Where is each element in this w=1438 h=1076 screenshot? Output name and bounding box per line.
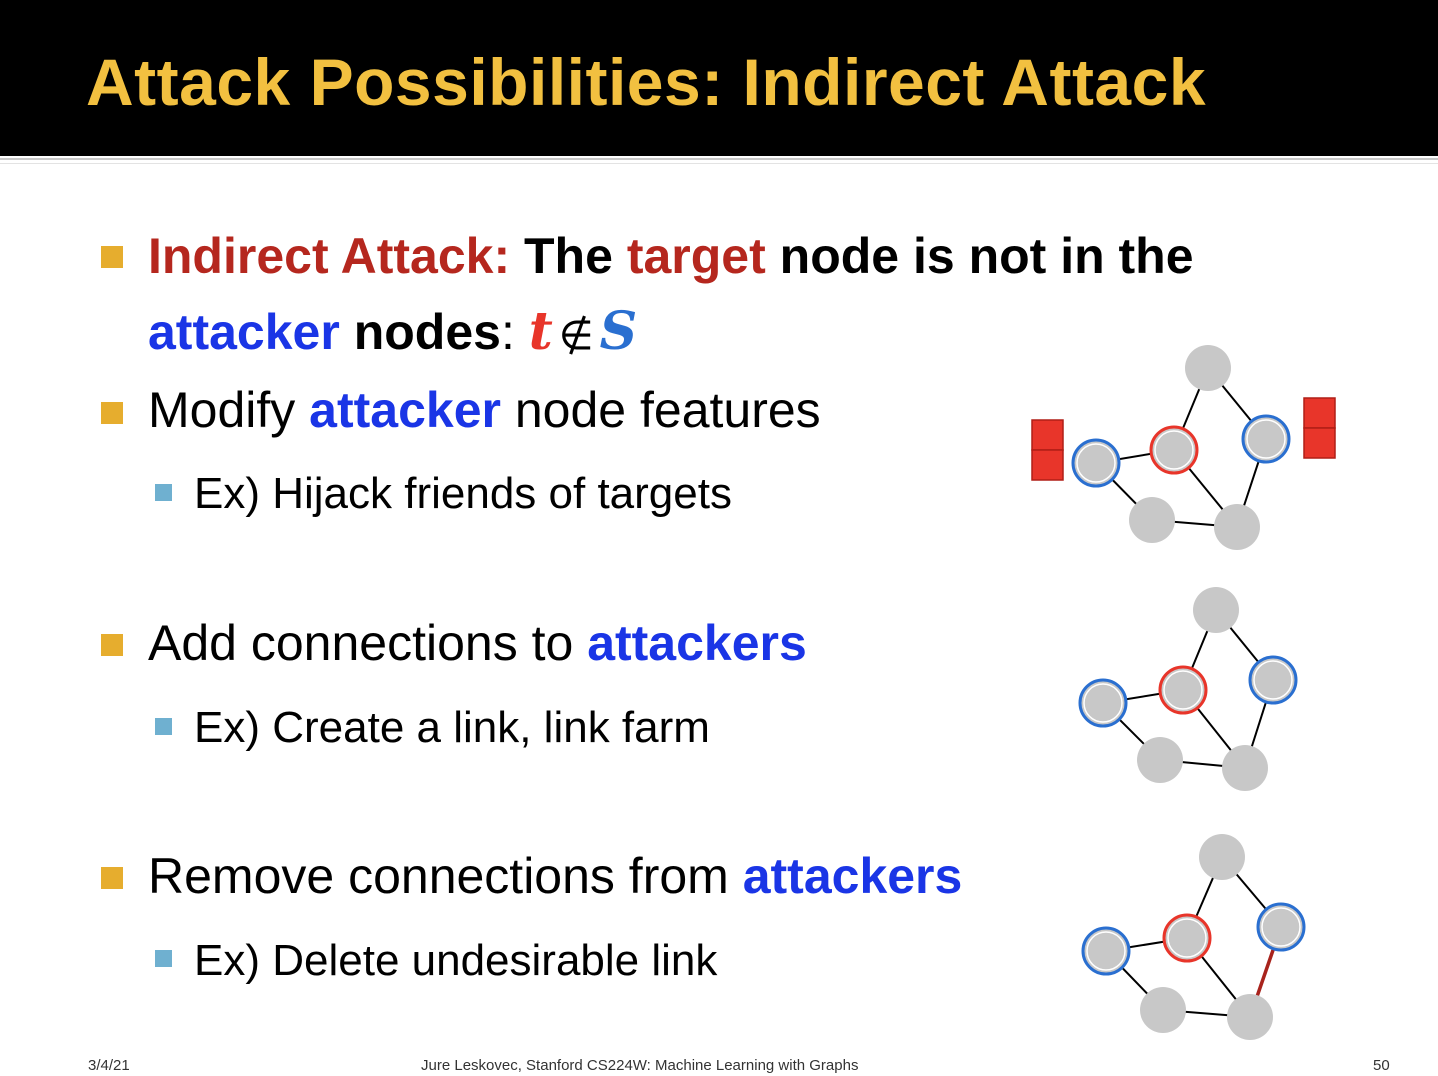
- feature-box-icon: [1303, 397, 1336, 429]
- graph-node: [1137, 737, 1183, 783]
- feature-box-icon: [1031, 419, 1064, 451]
- target-node: [1149, 425, 1199, 475]
- graph-node: [1129, 497, 1175, 543]
- feature-box-icon: [1303, 427, 1336, 459]
- graph-node: [1140, 987, 1186, 1033]
- target-node: [1158, 665, 1208, 715]
- attacker-node: [1241, 414, 1291, 464]
- feature-box-icon: [1031, 449, 1064, 481]
- footer-credit: Jure Leskovec, Stanford CS224W: Machine …: [421, 1057, 859, 1074]
- attacker-node: [1248, 655, 1298, 705]
- graph-node: [1199, 834, 1245, 880]
- attacker-node: [1081, 926, 1131, 976]
- graph-remove-connections: [1081, 834, 1306, 1040]
- attacker-node: [1071, 438, 1121, 488]
- graph-node: [1227, 994, 1273, 1040]
- graph-modify-features: [1031, 345, 1336, 550]
- graph-add-connections: [1078, 587, 1298, 791]
- graph-node: [1185, 345, 1231, 391]
- graph-illustrations: [1031, 345, 1336, 1040]
- graph-node: [1193, 587, 1239, 633]
- target-node: [1162, 913, 1212, 963]
- footer-date: 3/4/21: [88, 1057, 130, 1074]
- graph-node: [1214, 504, 1260, 550]
- footer-page-number: 50: [1373, 1057, 1390, 1074]
- attacker-node: [1078, 678, 1128, 728]
- attacker-node: [1256, 902, 1306, 952]
- graph-node: [1222, 745, 1268, 791]
